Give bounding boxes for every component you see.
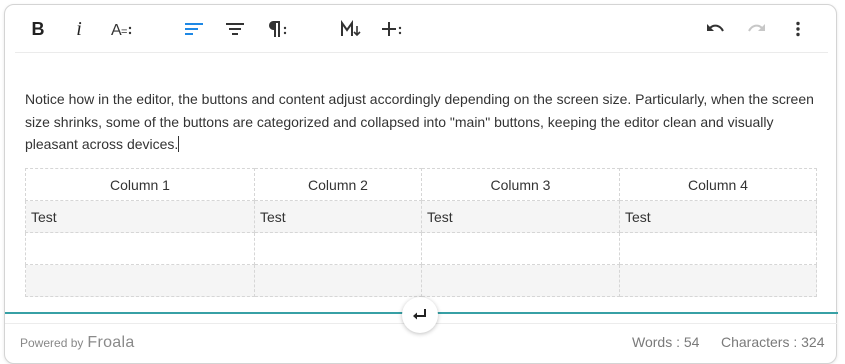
table-header-cell[interactable]: Column 4 <box>619 168 817 201</box>
table-row <box>25 264 817 297</box>
editor-table[interactable]: Column 1 Column 2 Column 3 Column 4 Test… <box>25 168 817 297</box>
table-row <box>25 232 817 265</box>
italic-button[interactable]: i <box>64 16 94 42</box>
toolbar: B i A = <box>5 5 836 52</box>
markdown-button[interactable] <box>336 16 366 42</box>
table-cell[interactable] <box>254 232 422 265</box>
table-cell[interactable]: Test <box>25 200 255 233</box>
insert-more-icon <box>382 22 402 36</box>
markdown-icon <box>341 20 361 37</box>
table-header-cell[interactable]: Column 2 <box>254 168 422 201</box>
table-header-cell[interactable]: Column 3 <box>421 168 620 201</box>
table-cell[interactable]: Test <box>421 200 620 233</box>
froala-logo: Froala <box>87 334 135 351</box>
table-cell[interactable]: Test <box>254 200 422 233</box>
text-format-more-button[interactable]: A = <box>107 16 137 42</box>
more-vertical-icon <box>796 21 800 37</box>
align-center-button[interactable] <box>220 16 250 42</box>
table-header-cell[interactable]: Column 1 <box>25 168 255 201</box>
align-center-icon <box>226 23 244 35</box>
table-row: Test Test Test Test <box>25 200 817 233</box>
toolbar-divider <box>15 52 828 53</box>
insert-more-button[interactable] <box>377 16 407 42</box>
undo-button[interactable] <box>700 16 730 42</box>
powered-by[interactable]: Powered by Froala <box>20 334 135 352</box>
paragraph-more-button[interactable] <box>262 16 292 42</box>
text-format-more-icon: A = <box>111 22 132 38</box>
bold-button[interactable]: B <box>23 16 53 42</box>
table-cell[interactable] <box>619 232 817 265</box>
more-options-button[interactable] <box>783 16 813 42</box>
paragraph-more-icon <box>268 21 287 37</box>
undo-icon <box>707 24 724 32</box>
redo-button[interactable] <box>742 16 772 42</box>
editor-content[interactable]: Notice how in the editor, the buttons an… <box>25 88 825 156</box>
insert-new-line-button[interactable] <box>402 297 438 333</box>
table-cell[interactable] <box>421 232 620 265</box>
enter-icon <box>413 309 426 320</box>
powered-by-label: Powered by <box>20 336 84 350</box>
svg-text:=: = <box>121 26 127 38</box>
text-caret <box>178 136 180 152</box>
table-cell[interactable] <box>421 264 620 297</box>
editor-paragraph: Notice how in the editor, the buttons an… <box>25 91 814 152</box>
table-cell[interactable] <box>619 264 817 297</box>
word-count: Words : 54 <box>632 334 700 350</box>
italic-icon: i <box>76 17 82 40</box>
character-count: Characters : 324 <box>721 334 825 350</box>
bold-icon: B <box>31 18 45 39</box>
align-left-icon <box>185 23 203 35</box>
table-cell[interactable] <box>25 264 255 297</box>
table-header-row: Column 1 Column 2 Column 3 Column 4 <box>25 168 817 201</box>
redo-icon <box>748 24 765 32</box>
align-left-button[interactable] <box>179 16 209 42</box>
table-cell[interactable]: Test <box>619 200 817 233</box>
table-cell[interactable] <box>254 264 422 297</box>
table-cell[interactable] <box>25 232 255 265</box>
